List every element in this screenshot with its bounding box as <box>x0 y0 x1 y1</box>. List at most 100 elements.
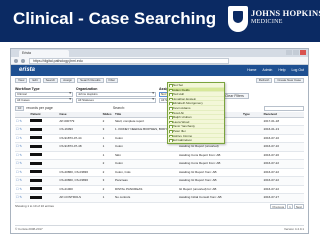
filter-panel: Workflow Type Clinical All Cases Organiz… <box>15 87 304 103</box>
browser-tab[interactable]: Erista <box>19 50 69 57</box>
forward-icon[interactable] <box>21 59 25 63</box>
workflow-status-select[interactable]: All Cases <box>15 98 73 103</box>
table-row[interactable]: ☐ ✎ CS-21000 2 DISTAL PANCREAS GI Report (un… <box>15 185 304 194</box>
redacted-patient-name <box>30 161 43 165</box>
slide: Clinical - Case Searching JOHNS HOPKINS … <box>0 0 320 240</box>
view-button[interactable]: View <box>15 78 28 83</box>
row-actions-icon[interactable]: ☐ ✎ <box>15 159 30 169</box>
page-1-button[interactable]: 1 <box>287 203 293 209</box>
workflow-select[interactable]: Clinical <box>15 92 73 97</box>
browser-tabbar: Erista <box>11 49 308 57</box>
table-row[interactable]: ☐ ✎ CS-91873-07-48 1 Colon Awaiting GI Repor… <box>15 142 304 152</box>
create-case-button[interactable]: Create New Case <box>274 78 304 83</box>
per-page-label: records per page <box>26 106 53 110</box>
patient-cell <box>29 185 59 194</box>
address-bar-row: https://digital.pathology.jhmi.edu <box>11 57 308 65</box>
table-row[interactable]: ☐ ✎ CS-91873-07-44 1 Colon 2016-07-10 <box>15 134 304 143</box>
received-cell: 2016-07-22 <box>262 185 304 194</box>
workflow-filter: Workflow Type Clinical All Cases <box>15 87 73 103</box>
organization-select[interactable]: Johns Hopkins <box>76 92 156 97</box>
search-results-button[interactable]: Search Results <box>77 78 104 83</box>
slides-cell: 2 <box>101 168 115 177</box>
table-row[interactable]: ☐ ✎ CS-20860, CS-03836 3 Pancreas Awaiting G… <box>15 176 304 186</box>
next-page-button[interactable]: Next <box>293 203 304 209</box>
menu-item-help[interactable]: Help <box>278 68 285 72</box>
redacted-patient-name <box>30 144 43 148</box>
edit-button[interactable]: Edit <box>29 78 41 83</box>
app-logo: erista <box>19 67 36 73</box>
table-row[interactable]: ☐ ✎ 2 Colon Awaiting Cons Report from: AB 20… <box>15 159 304 169</box>
search-label: Search: <box>112 106 125 110</box>
slides-cell: 3 <box>101 125 115 135</box>
search-button[interactable]: Search <box>42 78 59 83</box>
status-cell: Awaiting Cons Report from: AB <box>178 159 243 169</box>
redacted-patient-name <box>30 170 43 174</box>
menu-item-home[interactable]: Home <box>247 68 256 72</box>
redacted-patient-name <box>30 136 43 140</box>
case-cell: CS-91873-07-48 <box>58 142 102 152</box>
case-cell <box>58 151 102 160</box>
table-row[interactable]: ☐ ✎ 1 Skin Awaiting Cons Report from: AB 201… <box>15 151 304 160</box>
close-icon[interactable] <box>300 50 306 55</box>
organization-status-select[interactable]: All Statuses <box>76 98 156 103</box>
organization-filter: Organization Johns Hopkins All Statuses <box>76 87 156 103</box>
slide-header: Clinical - Case Searching JOHNS HOPKINS … <box>0 0 320 42</box>
row-actions-icon[interactable]: ☐ ✎ <box>15 134 30 143</box>
filter-button[interactable]: Filter <box>105 78 119 83</box>
row-actions-icon[interactable]: ☐ ✎ <box>15 151 30 160</box>
table-row[interactable]: ☐ ✎ CS-16093 3 1. KIDNEY NEEDLE BIOPSIES, B… <box>15 125 304 135</box>
assign-button[interactable]: Assign <box>60 78 76 83</box>
url-input[interactable]: https://digital.pathology.jhmi.edu <box>29 58 229 64</box>
table-row[interactable]: ☐ ✎ AP-000779 2 Skull, complete report 2017-… <box>15 117 304 126</box>
case-cell: CS-16093 <box>58 125 102 135</box>
type-cell <box>242 193 263 203</box>
row-actions-icon[interactable]: ☐ ✎ <box>15 176 30 186</box>
search-input[interactable] <box>264 105 304 111</box>
app-footer: © Corista 2008-2017 Version 4.4.0.1 <box>15 225 304 231</box>
back-icon[interactable] <box>14 59 18 63</box>
status-cell: GI Report (unsorted) for: AB <box>178 185 243 194</box>
copyright-text: © Corista 2008-2017 <box>15 227 43 231</box>
redacted-patient-name <box>30 127 43 131</box>
case-cell: CS-20860, CS-03836 <box>58 168 102 177</box>
redacted-patient-name <box>30 187 43 191</box>
menu-item-logout[interactable]: Log Out <box>292 68 304 72</box>
row-actions-icon[interactable]: ☐ ✎ <box>15 125 30 135</box>
title-cell: DISTAL PANCREAS <box>114 185 179 194</box>
row-actions-icon[interactable]: ☐ ✎ <box>15 117 30 126</box>
version-text: Version 4.4.0.1 <box>283 227 304 231</box>
minimize-icon[interactable] <box>286 50 292 55</box>
refresh-button[interactable]: Refresh <box>255 78 273 83</box>
row-actions-icon[interactable]: ☐ ✎ <box>15 185 30 194</box>
organization-label: Organization <box>76 87 98 91</box>
previous-page-button[interactable]: Previous <box>270 203 287 209</box>
table-row[interactable]: ☐ ✎ CS-20860, CS-03836 2 Colon, Cols Awaitin… <box>15 168 304 177</box>
status-cell: Awaiting Cons Report from: AB <box>178 151 243 160</box>
status-cell: Awaiting Initial Consult from: AB <box>178 193 243 203</box>
status-cell: Awaiting GI Report from: AB <box>178 168 243 177</box>
received-cell: 2016-07-22 <box>262 168 304 177</box>
case-cell: CS-21000 <box>58 185 102 194</box>
dropdown-item[interactable]: Ed Gabrielson <box>168 138 224 143</box>
patient-cell <box>29 159 59 169</box>
row-actions-icon[interactable]: ☐ ✎ <box>15 193 30 203</box>
title-cell: No controls <box>114 193 179 203</box>
patient-cell <box>29 142 59 152</box>
page-size-select[interactable]: 10 <box>15 105 25 111</box>
menu-item-admin[interactable]: Admin <box>262 68 272 72</box>
table-row[interactable]: ☐ ✎ AP-CONTROLS 1 No controls Awaiting Initi… <box>15 193 304 203</box>
slides-cell: 2 <box>101 185 115 194</box>
type-cell <box>242 125 263 135</box>
type-cell <box>242 185 263 194</box>
slides-cell: 3 <box>101 176 115 186</box>
maximize-icon[interactable] <box>293 50 299 55</box>
entries-summary: Showing 1 to 10 of 10 entries <box>15 203 54 208</box>
slides-cell: 1 <box>101 142 115 152</box>
row-actions-icon[interactable]: ☐ ✎ <box>15 168 30 177</box>
brand-line1: JOHNS HOPKINS <box>251 8 320 18</box>
row-actions-icon[interactable]: ☐ ✎ <box>15 142 30 152</box>
patient-cell <box>29 168 59 177</box>
received-cell: 2016-07-10 <box>262 142 304 152</box>
slides-cell: 1 <box>101 151 115 160</box>
slide-title: Clinical - Case Searching <box>13 9 217 28</box>
